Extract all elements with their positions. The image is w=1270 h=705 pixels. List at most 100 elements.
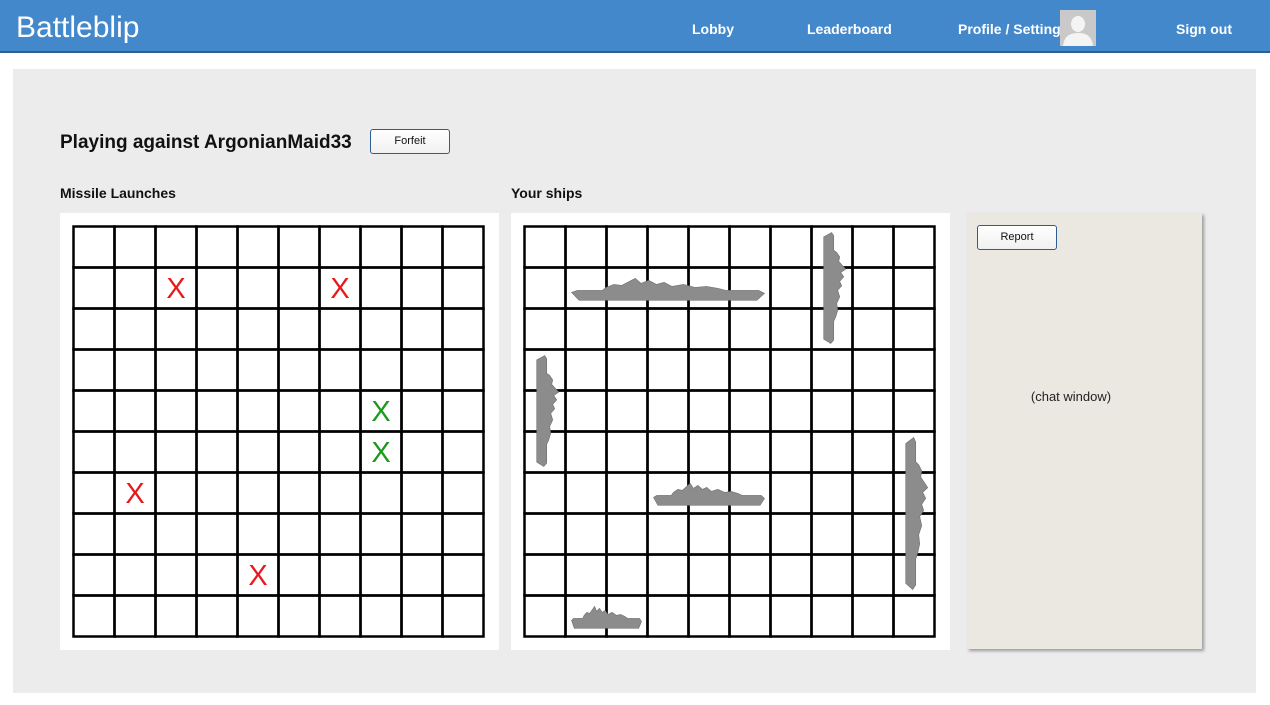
app-brand[interactable]: Battleblip <box>16 11 139 45</box>
missile-grid-cell[interactable] <box>400 471 444 515</box>
missile-grid-cell[interactable] <box>195 594 239 638</box>
missile-grid-cell[interactable] <box>154 553 198 597</box>
missile-grid-cell[interactable] <box>72 430 116 474</box>
missile-grid-cell[interactable] <box>72 471 116 515</box>
missile-grid-cell[interactable] <box>236 225 280 269</box>
missile-grid-cell[interactable] <box>72 553 116 597</box>
missile-grid-cell[interactable] <box>236 266 280 310</box>
missile-grid-cell[interactable] <box>236 389 280 433</box>
missile-grid-cell[interactable] <box>359 307 403 351</box>
missile-grid-cell[interactable] <box>113 348 157 392</box>
missile-grid-cell[interactable] <box>318 512 362 556</box>
missile-grid-cell[interactable] <box>318 389 362 433</box>
missile-grid-cell[interactable] <box>318 471 362 515</box>
missile-grid-cell[interactable] <box>113 512 157 556</box>
missile-grid-cell[interactable] <box>195 471 239 515</box>
missile-grid-cell[interactable] <box>113 225 157 269</box>
missile-grid-cell[interactable] <box>359 266 403 310</box>
missile-grid-cell[interactable] <box>277 471 321 515</box>
missile-grid-cell[interactable] <box>236 512 280 556</box>
missile-grid-cell[interactable] <box>400 266 444 310</box>
missile-grid-cell[interactable] <box>277 553 321 597</box>
missile-grid-cell[interactable] <box>72 389 116 433</box>
missile-grid-cell[interactable] <box>441 594 485 638</box>
missile-grid-cell[interactable] <box>359 553 403 597</box>
missile-grid-cell[interactable] <box>359 225 403 269</box>
missile-grid-cell[interactable] <box>72 348 116 392</box>
missile-grid-cell[interactable] <box>318 594 362 638</box>
missile-grid-cell[interactable] <box>154 225 198 269</box>
missile-grid-cell[interactable] <box>113 430 157 474</box>
missile-grid-cell[interactable] <box>400 225 444 269</box>
missile-grid-cell[interactable] <box>400 348 444 392</box>
missile-grid-cell[interactable] <box>277 430 321 474</box>
missile-grid-cell[interactable] <box>277 307 321 351</box>
missile-grid-cell[interactable] <box>113 553 157 597</box>
missile-grid-cell[interactable] <box>318 307 362 351</box>
missile-grid-cell[interactable] <box>113 389 157 433</box>
missile-grid-cell[interactable] <box>277 225 321 269</box>
missile-grid-cell[interactable] <box>236 348 280 392</box>
missile-grid-cell[interactable] <box>277 389 321 433</box>
missile-grid-cell[interactable] <box>359 512 403 556</box>
missile-grid-cell[interactable] <box>277 512 321 556</box>
missile-grid-cell[interactable] <box>277 266 321 310</box>
missile-grid-cell[interactable] <box>113 594 157 638</box>
missile-grid-cell[interactable] <box>195 430 239 474</box>
missile-grid-cell[interactable] <box>236 307 280 351</box>
missile-grid-cell[interactable] <box>277 594 321 638</box>
nav-leaderboard-link[interactable]: Leaderboard <box>807 21 892 37</box>
missile-grid-cell[interactable] <box>72 512 116 556</box>
nav-profile-settings-link[interactable]: Profile / Settings <box>958 21 1068 37</box>
missile-grid-cell[interactable] <box>400 512 444 556</box>
missile-grid-cell[interactable] <box>441 553 485 597</box>
missile-grid-cell[interactable] <box>195 553 239 597</box>
missile-grid-cell[interactable] <box>154 389 198 433</box>
missile-launch-grid[interactable]: X XXXXX <box>72 225 486 638</box>
missile-grid-cell[interactable] <box>277 348 321 392</box>
missile-grid-cell[interactable] <box>441 389 485 433</box>
missile-grid-cell[interactable] <box>236 471 280 515</box>
missile-grid-cell[interactable] <box>154 430 198 474</box>
missile-grid-cell[interactable] <box>154 512 198 556</box>
missile-grid-cell[interactable] <box>72 594 116 638</box>
missile-grid-cell[interactable] <box>236 594 280 638</box>
missile-grid-cell[interactable] <box>195 348 239 392</box>
missile-grid-cell[interactable] <box>154 471 198 515</box>
missile-grid-cell[interactable] <box>441 512 485 556</box>
nav-sign-out-link[interactable]: Sign out <box>1176 21 1232 37</box>
missile-grid-cell[interactable] <box>72 225 116 269</box>
missile-grid-cell[interactable] <box>154 348 198 392</box>
missile-grid-cell[interactable] <box>154 594 198 638</box>
missile-grid-cell[interactable] <box>400 594 444 638</box>
user-avatar-icon[interactable] <box>1060 10 1096 46</box>
nav-lobby-link[interactable]: Lobby <box>692 21 734 37</box>
missile-grid-cell[interactable] <box>441 266 485 310</box>
missile-grid-cell[interactable] <box>113 266 157 310</box>
missile-grid-cell[interactable] <box>441 471 485 515</box>
missile-grid-cell[interactable] <box>195 512 239 556</box>
missile-grid-cell[interactable] <box>195 389 239 433</box>
missile-grid-cell[interactable] <box>359 348 403 392</box>
missile-grid-cell[interactable] <box>72 307 116 351</box>
missile-grid-cell[interactable] <box>359 471 403 515</box>
missile-grid-cell[interactable] <box>195 266 239 310</box>
missile-grid-cell[interactable] <box>441 307 485 351</box>
missile-grid-cell[interactable] <box>400 553 444 597</box>
missile-grid-cell[interactable] <box>359 594 403 638</box>
missile-grid-cell[interactable] <box>195 307 239 351</box>
report-button[interactable]: Report <box>977 225 1057 250</box>
missile-grid-cell[interactable] <box>400 307 444 351</box>
missile-grid-cell[interactable] <box>72 266 116 310</box>
missile-grid-cell[interactable] <box>236 430 280 474</box>
missile-grid-cell[interactable] <box>318 553 362 597</box>
forfeit-button[interactable]: Forfeit <box>370 129 450 154</box>
missile-grid-cell[interactable] <box>441 430 485 474</box>
missile-grid-cell[interactable] <box>318 348 362 392</box>
missile-grid-cell[interactable] <box>400 389 444 433</box>
missile-grid-cell[interactable] <box>154 307 198 351</box>
missile-grid-cell[interactable] <box>400 430 444 474</box>
missile-grid-cell[interactable] <box>318 430 362 474</box>
missile-grid-cell[interactable] <box>441 348 485 392</box>
missile-grid-cell[interactable] <box>195 225 239 269</box>
